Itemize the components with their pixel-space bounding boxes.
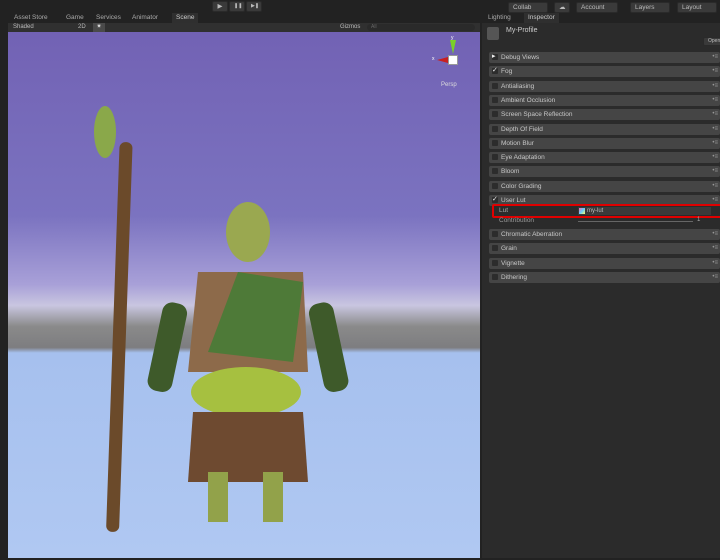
enable-checkbox[interactable] bbox=[492, 139, 498, 146]
enable-checkbox[interactable] bbox=[492, 96, 498, 103]
tab-game[interactable]: Game bbox=[62, 13, 88, 23]
enable-checkbox[interactable] bbox=[492, 168, 498, 175]
layers-dropdown[interactable]: Layers bbox=[630, 2, 670, 13]
lut-value: my-lut bbox=[587, 208, 604, 214]
menu-icon[interactable]: •≡ bbox=[712, 81, 718, 92]
menu-icon[interactable]: •≡ bbox=[712, 66, 718, 77]
profile-title: My-Profile bbox=[506, 27, 538, 34]
effect-label: Grain bbox=[501, 245, 517, 253]
effect-row[interactable]: Screen Space Reflection •≡ bbox=[489, 109, 720, 121]
effect-row[interactable]: Grain •≡ bbox=[489, 243, 720, 255]
lighting-toggle[interactable]: ✷ bbox=[93, 23, 105, 32]
play-button[interactable]: ▶ bbox=[212, 1, 228, 12]
scene-viewport[interactable] bbox=[8, 32, 480, 558]
menu-icon[interactable]: •≡ bbox=[712, 95, 718, 106]
axis-x-label: x bbox=[432, 56, 435, 62]
tab-scene[interactable]: Scene bbox=[172, 13, 199, 23]
menu-icon[interactable]: •≡ bbox=[712, 243, 718, 254]
effect-label: Dithering bbox=[501, 273, 528, 281]
effect-label: Chromatic Aberration bbox=[501, 231, 563, 238]
effect-row[interactable]: Color Grading •≡ bbox=[489, 180, 720, 192]
effect-row[interactable]: Eye Adaptation •≡ bbox=[489, 152, 720, 164]
pause-button[interactable]: ❚❚ bbox=[229, 1, 245, 12]
menu-icon[interactable]: •≡ bbox=[712, 124, 718, 135]
tab-inspector[interactable]: Inspector bbox=[524, 13, 559, 23]
enable-checkbox[interactable] bbox=[492, 231, 498, 237]
effect-row[interactable]: Vignette •≡ bbox=[489, 257, 720, 269]
tab-services[interactable]: Services bbox=[92, 13, 125, 23]
effect-label: Fog bbox=[501, 68, 513, 76]
menu-icon[interactable]: •≡ bbox=[712, 109, 718, 120]
menu-icon[interactable]: •≡ bbox=[712, 52, 718, 63]
menu-icon[interactable]: •≡ bbox=[712, 229, 718, 240]
effect-row[interactable]: Bloom •≡ bbox=[489, 166, 720, 178]
2d-toggle[interactable]: 2D bbox=[78, 23, 86, 32]
effect-label: Vignette bbox=[501, 259, 525, 267]
enable-checkbox[interactable] bbox=[492, 125, 498, 132]
lut-field[interactable]: my-lut bbox=[578, 207, 711, 215]
effect-label: Antialiasing bbox=[501, 82, 535, 90]
effect-label: Screen Space Reflection bbox=[501, 111, 573, 119]
persp-label[interactable]: Persp bbox=[441, 82, 457, 88]
character-model bbox=[94, 106, 349, 532]
enable-checkbox[interactable]: ✓ bbox=[492, 67, 498, 75]
enable-checkbox[interactable] bbox=[492, 82, 498, 89]
monkey-king bbox=[147, 202, 349, 522]
enable-checkbox[interactable] bbox=[492, 182, 498, 189]
foldout-icon[interactable]: ▸ bbox=[492, 53, 498, 60]
menu-icon[interactable]: •≡ bbox=[712, 272, 718, 283]
enable-checkbox[interactable]: ✓ bbox=[492, 196, 498, 203]
staff bbox=[94, 106, 133, 532]
effect-row[interactable]: Antialiasing •≡ bbox=[489, 80, 720, 92]
enable-checkbox[interactable] bbox=[492, 259, 498, 266]
profile-icon bbox=[487, 27, 499, 40]
axis-gizmo[interactable] bbox=[448, 55, 458, 65]
tab-lighting[interactable]: Lighting bbox=[484, 13, 515, 23]
step-button[interactable]: ▶❚ bbox=[246, 1, 262, 12]
menu-icon[interactable]: •≡ bbox=[712, 258, 718, 269]
effect-row[interactable]: Ambient Occlusion •≡ bbox=[489, 94, 720, 106]
effect-row[interactable]: Chromatic Aberration •≡ bbox=[489, 229, 720, 240]
effect-label: Color Grading bbox=[501, 182, 542, 190]
texture-icon bbox=[579, 208, 585, 214]
gizmos-dropdown[interactable]: Gizmos bbox=[340, 23, 360, 32]
enable-checkbox[interactable] bbox=[492, 154, 498, 161]
contribution-slider[interactable] bbox=[578, 221, 693, 222]
effect-row[interactable]: ✓ Fog •≡ bbox=[489, 66, 720, 78]
open-button[interactable]: Open bbox=[703, 37, 720, 46]
account-button[interactable]: Account bbox=[576, 2, 618, 13]
menu-icon[interactable]: •≡ bbox=[712, 181, 718, 192]
scene-search-input[interactable]: All bbox=[367, 24, 475, 31]
layout-dropdown[interactable]: Layout bbox=[677, 2, 717, 13]
contribution-value[interactable]: 1 bbox=[697, 217, 700, 223]
enable-checkbox[interactable] bbox=[492, 111, 498, 118]
menu-icon[interactable]: •≡ bbox=[712, 152, 718, 163]
lut-label: Lut bbox=[499, 207, 509, 214]
effect-row[interactable]: ▸ Debug Views •≡ bbox=[489, 52, 720, 63]
effect-label: User Lut bbox=[501, 197, 526, 204]
effect-label: Bloom bbox=[501, 168, 520, 176]
shading-dropdown[interactable]: Shaded bbox=[13, 23, 73, 32]
effect-row[interactable]: Motion Blur •≡ bbox=[489, 137, 720, 149]
cloud-button[interactable]: ☁ bbox=[554, 2, 570, 13]
effect-label: Eye Adaptation bbox=[501, 154, 545, 162]
menu-icon[interactable]: •≡ bbox=[712, 166, 718, 177]
effect-row[interactable]: Dithering •≡ bbox=[489, 271, 720, 283]
enable-checkbox[interactable] bbox=[492, 245, 498, 252]
effect-label: Ambient Occlusion bbox=[501, 96, 556, 104]
menu-icon[interactable]: •≡ bbox=[712, 138, 718, 149]
effect-label: Depth Of Field bbox=[501, 125, 543, 133]
collab-button[interactable]: Collab bbox=[508, 2, 548, 13]
effect-row[interactable]: Depth Of Field •≡ bbox=[489, 123, 720, 135]
contribution-label: Contribution bbox=[499, 217, 535, 224]
effect-label: Motion Blur bbox=[501, 139, 534, 147]
enable-checkbox[interactable] bbox=[492, 273, 498, 280]
tab-asset-store[interactable]: Asset Store bbox=[10, 13, 52, 23]
effect-label: Debug Views bbox=[501, 54, 540, 61]
tab-animator[interactable]: Animator bbox=[128, 13, 162, 23]
